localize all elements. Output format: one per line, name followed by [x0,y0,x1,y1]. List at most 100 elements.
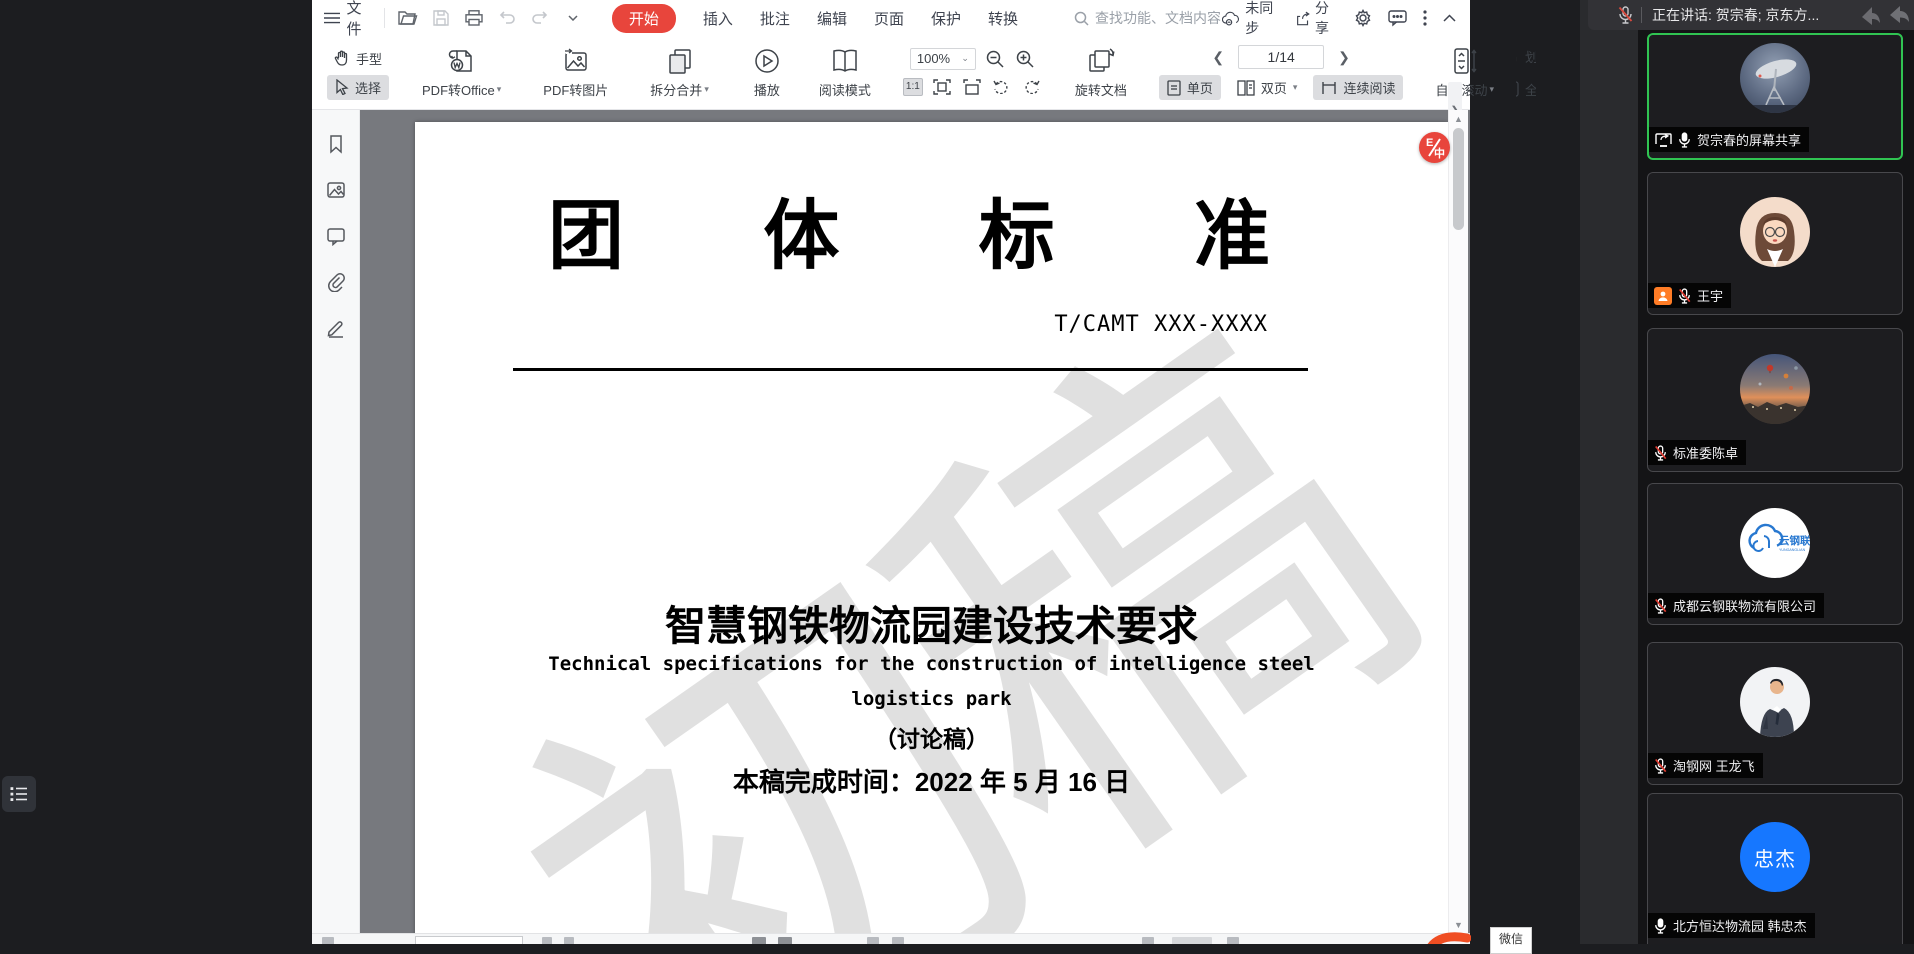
participant-tile[interactable]: 贺宗春的屏幕共享 [1647,33,1903,160]
tab-protect[interactable]: 保护 [931,8,961,29]
full-translate-button[interactable]: 中 全文 [1516,77,1536,102]
status-icon[interactable] [564,937,574,944]
open-file-button[interactable] [395,5,421,31]
tab-home[interactable]: 开始 [612,4,676,33]
word-translate-button[interactable]: a中 划词 [1516,44,1536,69]
print-button[interactable] [461,5,487,31]
bookmark-icon[interactable] [326,134,346,154]
previous-page-button[interactable]: ❮ [1206,49,1230,66]
page-number-input[interactable]: 1/14 [1238,45,1324,69]
image-panel-icon[interactable] [326,180,346,200]
settings-button[interactable] [1354,9,1372,27]
share-button[interactable]: 分享 [1296,0,1338,38]
rotate-right-button[interactable] [1021,76,1043,98]
save-button[interactable] [428,5,454,31]
actual-size-label: 1:1 [906,81,920,92]
rotate-left-icon [993,79,1010,94]
status-icon[interactable] [542,937,552,944]
participant-tile[interactable]: 云钢联 YUNGANGLIAN 成都云钢联物流有限公司 [1647,483,1903,625]
tab-insert[interactable]: 插入 [703,8,733,29]
feedback-button[interactable] [1388,10,1407,27]
rotate-document-button[interactable]: 旋转文档 [1063,43,1139,103]
undo-button[interactable] [494,5,520,31]
select-tool-button[interactable]: 选择 [327,75,389,100]
mic-on-icon [1654,918,1667,934]
fit-width-button[interactable] [961,76,983,98]
double-page-icon [1237,80,1255,96]
tab-comment[interactable]: 批注 [760,8,790,29]
participant-tile[interactable]: 标准委陈卓 [1647,328,1903,472]
participant-name: 北方恒达物流园 韩忠杰 [1673,916,1807,935]
mic-on-icon [1678,132,1691,148]
zoom-out-button[interactable] [984,48,1006,70]
scroll-up-arrow[interactable]: ▲ [1449,114,1468,124]
status-icon[interactable] [892,937,904,944]
wps-taskbar-logo[interactable] [1423,932,1471,944]
status-icon[interactable] [1142,937,1154,944]
next-page-button[interactable]: ❯ [1332,49,1356,66]
participant-tile[interactable]: 忠杰 北方恒达物流园 韩忠杰 [1647,793,1903,944]
single-page-button[interactable]: 单页 [1159,75,1221,100]
svg-text:中: 中 [1516,54,1517,64]
zoom-level-select[interactable]: 100% ⌄ [910,48,976,70]
status-icon[interactable] [322,937,334,944]
meeting-panel-background [1580,0,1638,944]
file-menu-button[interactable]: 文件 [324,0,374,39]
hand-tool-label: 手型 [356,49,382,68]
zoom-in-button[interactable] [1014,48,1036,70]
split-merge-button[interactable]: 拆分合并▾ [638,43,721,103]
tab-edit[interactable]: 编辑 [817,8,847,29]
signature-icon[interactable] [326,318,346,338]
hand-tool-button[interactable]: 手型 [326,46,390,71]
status-page-input[interactable] [415,936,523,944]
raise-hand-icon[interactable] [1858,3,1884,27]
double-page-button[interactable]: 双页 ▾ [1229,75,1306,100]
continuous-reading-button[interactable]: 连续阅读 [1313,75,1403,100]
rotate-right-icon [1023,79,1040,94]
play-button[interactable]: 播放 [741,43,793,103]
comment-panel-icon[interactable] [326,226,346,246]
floating-translate-badge[interactable]: E 中 [1419,132,1450,163]
cursor-icon [335,79,349,95]
reply-arrow-icon[interactable] [1886,3,1912,27]
rotate-left-button[interactable] [991,76,1013,98]
word-translate-label: 划词 [1525,47,1536,66]
reading-mode-button[interactable]: 阅读模式 [807,43,883,103]
chevron-down-icon: ▾ [1489,84,1494,95]
participant-name: 成都云钢联物流有限公司 [1673,596,1816,615]
pdf-to-office-label: PDF转Office [422,80,495,99]
attachment-icon[interactable] [326,272,346,292]
status-icon[interactable] [778,937,792,944]
qat-more-dropdown[interactable] [560,5,586,31]
full-translate-icon: 中 [1516,81,1519,97]
sync-status-button[interactable]: 未同步 [1222,0,1280,38]
pdf-to-image-button[interactable]: PDF转图片 [531,43,620,103]
draft-watermark: 初稿 [415,171,1448,933]
pdf-to-office-button[interactable]: PDF转Office▾ [410,43,513,103]
participant-tile[interactable]: 淘钢网 王龙飞 [1647,642,1903,785]
tab-convert[interactable]: 转换 [988,8,1018,29]
scroll-down-arrow[interactable]: ▼ [1449,920,1468,930]
continuous-reading-icon [1321,81,1337,95]
status-zoom-slider[interactable] [1172,937,1212,944]
search-input[interactable]: 查找功能、文档内容 [1074,8,1222,28]
participant-tile[interactable]: 王宇 [1647,172,1903,315]
collapse-toolbar-button[interactable] [1443,14,1456,22]
vertical-scrollbar[interactable]: ▲ ▼ [1448,110,1468,933]
tab-page[interactable]: 页面 [874,8,904,29]
translate-badge-en: E [1426,137,1433,149]
search-placeholder: 查找功能、文档内容 [1095,8,1221,28]
status-icon[interactable] [867,937,879,944]
single-page-icon [1167,80,1181,96]
speaking-banner-text: 正在讲话: 贺宗春; 京东方... [1652,5,1819,25]
actual-size-button[interactable]: 1:1 [903,78,923,96]
auto-scroll-button[interactable]: 自动滚动▾ [1423,43,1506,103]
status-icon[interactable] [1227,937,1239,944]
document-canvas: 初稿 团 体 标 准 T/CAMT XXX-XXXX 智慧钢铁物流园建设技术要求… [312,110,1470,933]
more-menu-button[interactable] [1423,10,1427,26]
status-icon[interactable] [752,937,766,944]
scrollbar-thumb[interactable] [1453,128,1464,230]
outline-list-widget[interactable] [2,776,36,812]
redo-button[interactable] [527,5,553,31]
fit-page-button[interactable] [931,76,953,98]
